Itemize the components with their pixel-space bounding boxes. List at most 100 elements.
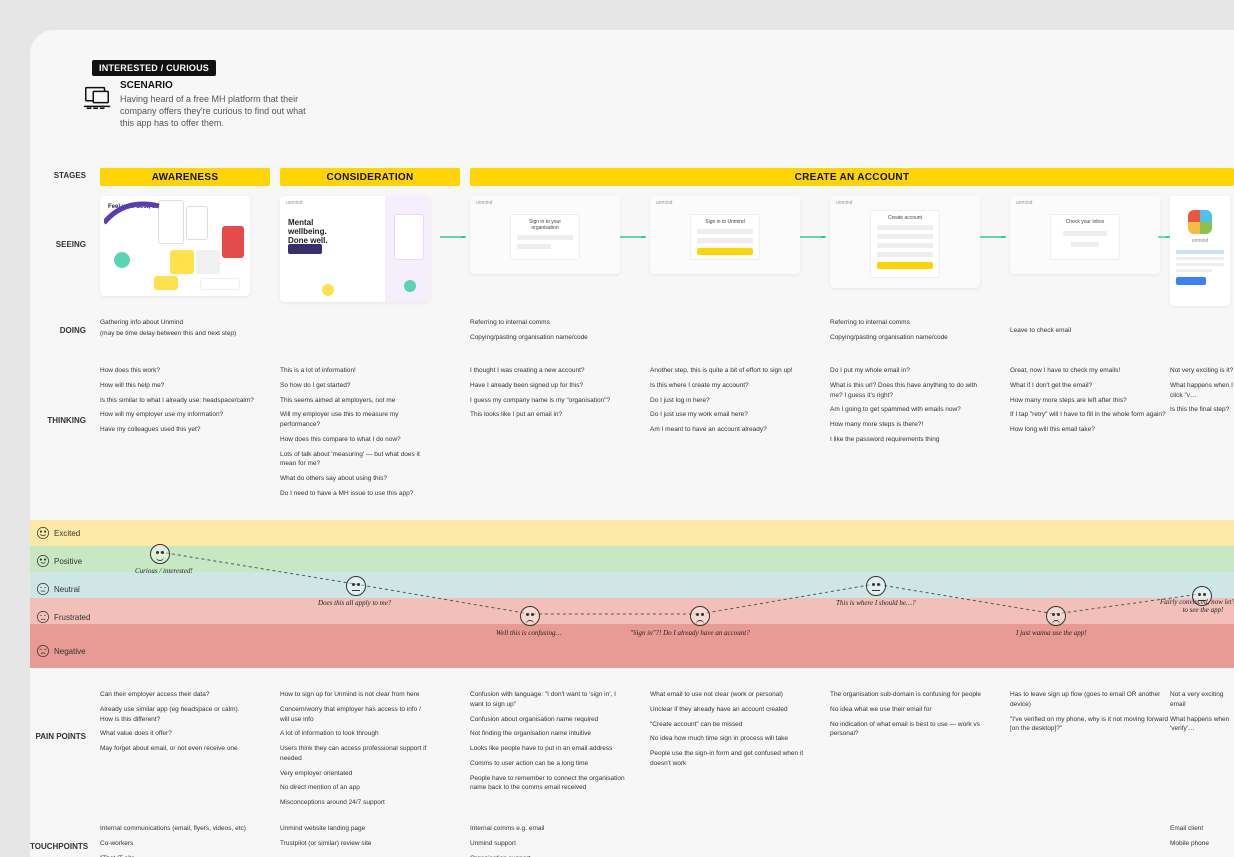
pain-c2: How to sign up for Unmind is not clear f… xyxy=(280,690,430,813)
seeing-signin-org: unmind Sign in to your organisation xyxy=(470,196,630,274)
thinking-item: Is this the final step? xyxy=(1170,405,1234,415)
thinking-c2: This is a lot of information! So how do … xyxy=(280,366,430,504)
pain-item: Not finding the organisation name intuit… xyxy=(470,729,630,739)
emo-label-excited: Excited xyxy=(30,526,90,540)
thinking-item: How many more steps are left after this? xyxy=(1010,396,1170,406)
pain-item: "I've verified on my phone, why is it no… xyxy=(1010,715,1170,735)
scenario-icon xyxy=(82,82,112,112)
pain-item: Looks like people have to put in an emai… xyxy=(470,744,630,754)
brand-label: unmind xyxy=(286,200,302,206)
touch-c7: Email client Mobile phone xyxy=(1170,824,1234,854)
thinking-item: How will this help me? xyxy=(100,381,260,391)
pain-item: No direct mention of an app xyxy=(280,783,430,793)
thinking-item: Great, now I have to check my emails! xyxy=(1010,366,1170,376)
band-excited xyxy=(30,520,1234,546)
doing-item: Referring to internal comms xyxy=(830,318,990,328)
screenshot-website: unmind Mental wellbeing. Done well. xyxy=(280,196,430,302)
flow-arrow xyxy=(440,236,470,238)
journey-point-1 xyxy=(150,544,170,564)
journey-caption-7: Fairly convinced, now let's get to see t… xyxy=(1158,598,1234,614)
pain-c5: The organisation sub-domain is confusing… xyxy=(830,690,990,744)
pain-item: How to sign up for Unmind is not clear f… xyxy=(280,690,430,700)
band-neutral xyxy=(30,572,1234,598)
screenshot-check-inbox: unmind Check your inbox xyxy=(1010,196,1160,274)
thinking-item: This seems aimed at employers, not me xyxy=(280,396,430,406)
pain-item: May forget about email, or not even rece… xyxy=(100,744,250,754)
thinking-item: How long will this email take? xyxy=(1010,425,1170,435)
thinking-item: Not very exciting is it? xyxy=(1170,366,1234,376)
touch-item: Organisation support xyxy=(470,854,630,857)
row-label-thinking: THINKING xyxy=(30,416,90,425)
thinking-item: Another step, this is quite a bit of eff… xyxy=(650,366,810,376)
brand-label: unmind xyxy=(1170,238,1230,244)
touch-c1: Internal communications (email, flyers, … xyxy=(100,824,270,857)
form-title: Sign in to your organisation xyxy=(517,219,573,231)
thinking-c6: Great, now I have to check my emails! Wh… xyxy=(1010,366,1170,440)
journey-caption-3: Well this is confusing… xyxy=(496,629,562,637)
row-label-seeing: SEEING xyxy=(30,240,90,249)
doing-item: (may be time delay between this and next… xyxy=(100,329,250,339)
touch-item: Trustpilot (or similar) review site xyxy=(280,839,440,849)
seeing-check-inbox: unmind Check your inbox xyxy=(1010,196,1170,274)
journey-point-6 xyxy=(1046,606,1066,626)
emo-text: Excited xyxy=(54,529,80,538)
thinking-item: Lots of talk about 'measuring' — but wha… xyxy=(280,450,430,470)
doing-item: Leave to check email xyxy=(1010,326,1170,336)
form-title: Sign in to Unmind xyxy=(697,219,753,225)
thinking-item: This looks like I put an email in? xyxy=(470,410,630,420)
scenario-text: Having heard of a free MH platform that … xyxy=(120,93,320,129)
journey-caption-5: This is where I should be…? xyxy=(836,599,916,607)
emo-text: Negative xyxy=(54,647,86,656)
journey-caption-6: I just wanna use the app! xyxy=(1016,629,1087,637)
pain-item: No idea what we use their email for xyxy=(830,705,990,715)
journey-caption-4: "Sign in"?! Do I already have an account… xyxy=(630,629,750,637)
thinking-item: What is this url? Does this have anythin… xyxy=(830,381,990,401)
seeing-email-client: unmind xyxy=(1170,196,1234,306)
thinking-item: Will my employer use this to measure my … xyxy=(280,410,430,430)
thinking-item: If I tap "retry" will I have to fill in … xyxy=(1010,410,1170,420)
touch-c3: Internal comms e.g. email Unmind support… xyxy=(470,824,630,857)
thinking-item: Have my colleagues used this yet? xyxy=(100,425,260,435)
touch-item: Unmind website landing page xyxy=(280,824,440,834)
pain-item: Confusion with language: "I don't want t… xyxy=(470,690,630,710)
pain-c3: Confusion with language: "I don't want t… xyxy=(470,690,630,798)
pain-item: Very employer orientated xyxy=(280,769,430,779)
doing-item: Referring to internal comms xyxy=(470,318,630,328)
journey-map-canvas: INTERESTED / CURIOUS SCENARIO Having hea… xyxy=(30,30,1234,857)
row-label-stages: STAGES xyxy=(30,171,90,180)
pain-item: Can their employer access their data? xyxy=(100,690,250,700)
touch-item: Co-workers xyxy=(100,839,270,849)
row-label-doing: DOING xyxy=(30,326,90,335)
journey-point-4 xyxy=(690,606,710,626)
stage-awareness: AWARENESS xyxy=(100,168,270,186)
thinking-item: Do I need to have a MH issue to use this… xyxy=(280,489,430,499)
pain-c4: What email to use not clear (work or per… xyxy=(650,690,810,774)
seeing-create-account: unmind Create account xyxy=(830,196,990,288)
pain-item: People have to remember to connect the o… xyxy=(470,774,630,794)
stage-consideration: CONSIDERATION xyxy=(280,168,460,186)
journey-point-2 xyxy=(346,576,366,596)
thinking-item: Am I going to get spammed with emails no… xyxy=(830,405,990,415)
doing-item: Copying/pasting organisation name/code xyxy=(830,333,990,343)
row-label-touch: TOUCHPOINTS xyxy=(30,842,90,851)
emo-label-negative: Negative xyxy=(30,644,90,658)
pain-item: The organisation sub-domain is confusing… xyxy=(830,690,990,700)
screenshot-app-promo: Feel your best, every day. xyxy=(100,196,250,296)
doing-c1: Gathering info about Unmind (may be time… xyxy=(100,318,250,344)
scenario-title: SCENARIO xyxy=(120,80,320,91)
thinking-item: What do others say about using this? xyxy=(280,474,430,484)
touch-c2: Unmind website landing page Trustpilot (… xyxy=(280,824,440,854)
thinking-item: What happens when I click "v… xyxy=(1170,381,1234,401)
row-label-pain: PAIN POINTS xyxy=(30,732,90,741)
flow-arrow xyxy=(1158,236,1174,238)
thinking-item: How will my employer use my information? xyxy=(100,410,260,420)
pain-c1: Can their employer access their data? Al… xyxy=(100,690,250,759)
flow-arrow xyxy=(800,236,830,238)
emo-text: Neutral xyxy=(54,585,80,594)
touch-item: Internal comms e.g. email xyxy=(470,824,630,834)
thinking-c4: Another step, this is quite a bit of eff… xyxy=(650,366,810,440)
brand-label: unmind xyxy=(656,200,672,206)
flow-arrow xyxy=(620,236,650,238)
thinking-c5: Do I put my whole email in? What is this… xyxy=(830,366,990,450)
thinking-item: I like the password requirements thing xyxy=(830,435,990,445)
